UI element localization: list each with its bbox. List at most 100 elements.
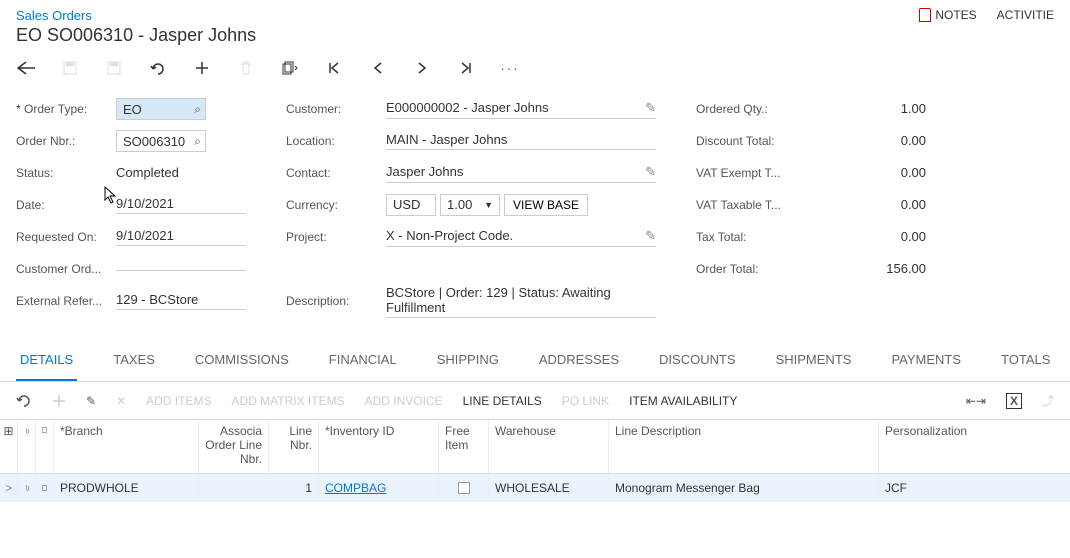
tax-total-label: Tax Total: bbox=[696, 230, 796, 244]
col-warehouse[interactable]: Warehouse bbox=[489, 420, 609, 473]
customer-ord-value[interactable] bbox=[116, 268, 246, 271]
add-matrix-button: ADD MATRIX ITEMS bbox=[231, 394, 344, 408]
col-notes bbox=[36, 420, 54, 473]
search-icon[interactable]: ⌕ bbox=[194, 134, 201, 149]
tab-taxes[interactable]: TAXES bbox=[109, 340, 159, 381]
next-icon[interactable] bbox=[412, 58, 432, 78]
copy-icon[interactable] bbox=[280, 58, 300, 78]
more-icon[interactable]: ··· bbox=[500, 58, 520, 78]
status-label: Status: bbox=[16, 166, 116, 180]
tax-total-value: 0.00 bbox=[796, 229, 926, 245]
col-line[interactable]: Line Nbr. bbox=[269, 420, 319, 473]
order-type-input[interactable]: EO⌕ bbox=[116, 98, 206, 120]
col-description[interactable]: Line Description bbox=[609, 420, 879, 473]
line-details-button[interactable]: LINE DETAILS bbox=[463, 394, 542, 408]
last-icon[interactable] bbox=[456, 58, 476, 78]
description-value[interactable]: BCStore | Order: 129 | Status: Awaiting … bbox=[386, 285, 656, 318]
pencil-icon[interactable]: ✎ bbox=[645, 100, 656, 116]
project-label: Project: bbox=[286, 230, 386, 244]
prev-icon[interactable] bbox=[368, 58, 388, 78]
discount-total-value: 0.00 bbox=[796, 133, 926, 149]
search-icon[interactable]: ⌕ bbox=[194, 102, 201, 117]
add-invoice-button: ADD INVOICE bbox=[365, 394, 443, 408]
row-personalization: JCF bbox=[879, 477, 1029, 499]
tab-addresses[interactable]: ADDRESSES bbox=[535, 340, 623, 381]
row-branch: PRODWHOLE bbox=[54, 477, 199, 499]
currency-label: Currency: bbox=[286, 198, 386, 212]
add-row-icon bbox=[52, 394, 66, 408]
notes-icon bbox=[919, 8, 931, 22]
item-availability-button[interactable]: ITEM AVAILABILITY bbox=[629, 394, 737, 408]
ordered-qty-label: Ordered Qty.: bbox=[696, 102, 796, 116]
col-attach bbox=[18, 420, 36, 473]
date-value[interactable]: 9/10/2021 bbox=[116, 196, 246, 214]
pencil-icon[interactable]: ✎ bbox=[645, 164, 656, 180]
tab-shipments[interactable]: SHIPMENTS bbox=[772, 340, 856, 381]
currency-code[interactable]: USD bbox=[386, 194, 436, 216]
external-ref-value[interactable]: 129 - BCStore bbox=[116, 292, 246, 310]
row-assoc bbox=[199, 484, 269, 492]
po-link-button: PO LINK bbox=[562, 394, 609, 408]
order-total-label: Order Total: bbox=[696, 262, 796, 276]
customer-value[interactable]: E000000002 - Jasper Johns✎ bbox=[386, 100, 656, 119]
requested-on-label: Requested On: bbox=[16, 230, 116, 244]
project-value[interactable]: X - Non-Project Code.✎ bbox=[386, 228, 656, 247]
row-free[interactable] bbox=[439, 478, 489, 498]
order-nbr-label: Order Nbr.: bbox=[16, 134, 116, 148]
row-inventory[interactable]: COMPBAG bbox=[319, 477, 439, 499]
vat-taxable-value: 0.00 bbox=[796, 197, 926, 213]
notes-button[interactable]: NOTES bbox=[919, 8, 976, 22]
col-assoc[interactable]: Associa Order Line Nbr. bbox=[199, 420, 269, 473]
customer-ord-label: Customer Ord... bbox=[16, 262, 116, 276]
vat-exempt-label: VAT Exempt T... bbox=[696, 166, 796, 180]
discount-total-label: Discount Total: bbox=[696, 134, 796, 148]
tab-financial[interactable]: FINANCIAL bbox=[325, 340, 401, 381]
row-description: Monogram Messenger Bag bbox=[609, 477, 879, 499]
external-ref-label: External Refer... bbox=[16, 294, 116, 308]
delete-icon bbox=[236, 58, 256, 78]
upload-icon: ⤴ bbox=[1042, 392, 1054, 409]
note-icon[interactable] bbox=[36, 478, 54, 498]
add-icon[interactable] bbox=[192, 58, 212, 78]
table-row[interactable]: > PRODWHOLE 1 COMPBAG WHOLESALE Monogram… bbox=[0, 474, 1070, 502]
ordered-qty-value: 1.00 bbox=[796, 101, 926, 117]
expand-icon[interactable]: > bbox=[0, 477, 18, 499]
col-branch[interactable]: *Branch bbox=[54, 420, 199, 473]
tab-shipping[interactable]: SHIPPING bbox=[433, 340, 503, 381]
excel-icon[interactable]: X bbox=[1006, 393, 1022, 409]
back-icon[interactable] bbox=[16, 58, 36, 78]
notes-label: NOTES bbox=[935, 8, 976, 22]
customer-label: Customer: bbox=[286, 102, 386, 116]
location-value[interactable]: MAIN - Jasper Johns bbox=[386, 132, 656, 150]
requested-on-value[interactable]: 9/10/2021 bbox=[116, 228, 246, 246]
save-close-icon bbox=[104, 58, 124, 78]
col-free[interactable]: Free Item bbox=[439, 420, 489, 473]
contact-value[interactable]: Jasper Johns✎ bbox=[386, 164, 656, 183]
fit-icon[interactable]: ⇤⇥ bbox=[966, 394, 986, 408]
tab-discounts[interactable]: DISCOUNTS bbox=[655, 340, 740, 381]
breadcrumb[interactable]: Sales Orders bbox=[16, 8, 256, 23]
row-warehouse: WHOLESALE bbox=[489, 477, 609, 499]
vat-taxable-label: VAT Taxable T... bbox=[696, 198, 796, 212]
attach-icon[interactable] bbox=[18, 477, 36, 499]
edit-row-icon[interactable]: ✎ bbox=[86, 394, 96, 408]
first-icon[interactable] bbox=[324, 58, 344, 78]
undo-icon[interactable] bbox=[148, 58, 168, 78]
activities-button[interactable]: ACTIVITIE bbox=[997, 8, 1054, 22]
col-inventory[interactable]: *Inventory ID bbox=[319, 420, 439, 473]
tab-payments[interactable]: PAYMENTS bbox=[887, 340, 965, 381]
tab-totals[interactable]: TOTALS bbox=[997, 340, 1054, 381]
view-base-button[interactable]: VIEW BASE bbox=[504, 194, 588, 216]
tab-details[interactable]: DETAILS bbox=[16, 340, 77, 381]
currency-rate[interactable]: 1.00▼ bbox=[440, 194, 500, 216]
tab-commissions[interactable]: COMMISSIONS bbox=[191, 340, 293, 381]
col-expand: ⊞ bbox=[0, 420, 18, 473]
location-label: Location: bbox=[286, 134, 386, 148]
currency-value: USD 1.00▼ VIEW BASE bbox=[386, 194, 656, 217]
order-nbr-input[interactable]: SO006310⌕ bbox=[116, 130, 206, 152]
refresh-icon[interactable] bbox=[16, 393, 32, 409]
col-personalization[interactable]: Personalization bbox=[879, 420, 1029, 473]
vat-exempt-value: 0.00 bbox=[796, 165, 926, 181]
order-type-label: Order Type: bbox=[16, 102, 116, 116]
pencil-icon[interactable]: ✎ bbox=[645, 228, 656, 244]
